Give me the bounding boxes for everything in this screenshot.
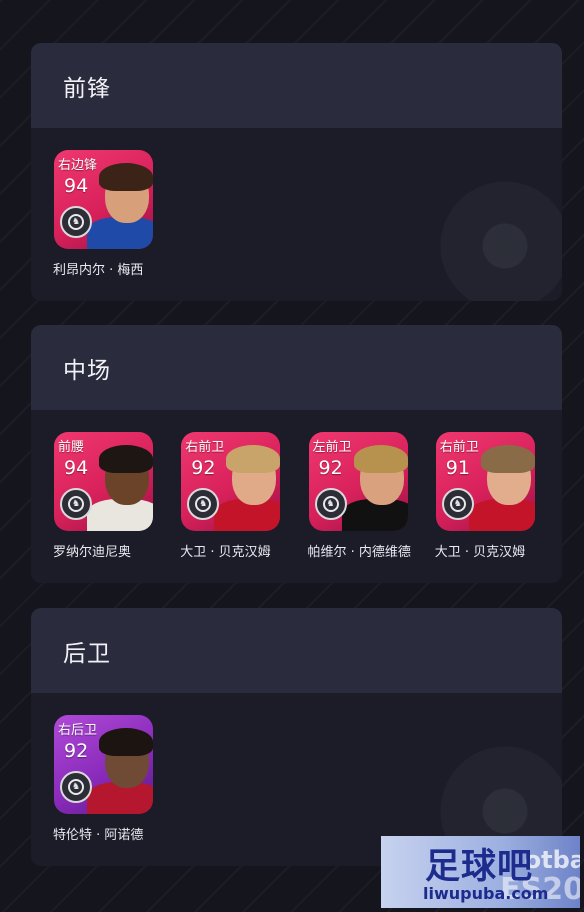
player-tile[interactable]: 左前卫 92 ♞ [308,432,408,531]
player-portrait [341,443,408,531]
player-hair [226,445,281,473]
player-name: 帕维尔 · 内德维德 [307,545,411,560]
player-rating: 92 [64,740,89,762]
player-tile[interactable]: 右边锋 94 ♞ [54,150,153,249]
player-list: 前腰 94 ♞ 罗纳尔迪尼奥 右前卫 92 ♞ 大卫 · 贝克汉姆 左前卫 92… [31,410,562,560]
section-midfield: 中场 前腰 94 ♞ 罗纳尔迪尼奥 右前卫 92 ♞ 大卫 · 贝克汉姆 左前卫… [31,325,562,583]
player-name: 特伦特 · 阿诺德 [53,828,144,843]
club-crest-icon: ♞ [60,488,92,520]
player-position: 右前卫 [439,440,479,455]
player-portrait [87,443,153,531]
section-title: 中场 [63,357,111,384]
player-rating: 91 [445,457,470,479]
player-card[interactable]: 右前卫 92 ♞ 大卫 · 贝克汉姆 [180,432,307,560]
section-header: 中场 [31,325,562,410]
player-tile[interactable]: 右后卫 92 ♞ [54,715,153,814]
player-card[interactable]: 左前卫 92 ♞ 帕维尔 · 内德维德 [308,432,435,560]
player-tile[interactable]: 右前卫 91 ♞ [435,432,535,531]
player-hair [480,445,535,473]
player-hair [99,163,153,191]
player-portrait [87,726,153,814]
site-watermark: otba ES20 足球吧 liwupuba.com [381,836,580,908]
player-tile[interactable]: 右前卫 92 ♞ [181,432,281,531]
player-position: 右边锋 [58,158,98,173]
player-position: 右后卫 [58,723,98,738]
squad-screen: 前锋 右边锋 94 ♞ 利昂内尔 · 梅西 中场 前腰 94 ♞ 罗纳尔迪尼奥 … [4,4,580,908]
player-name: 大卫 · 贝克汉姆 [434,545,526,560]
player-name: 利昂内尔 · 梅西 [53,263,144,278]
section-defenders: 后卫 右后卫 92 ♞ 特伦特 · 阿诺德 [31,608,562,866]
player-card[interactable]: 右后卫 92 ♞ 特伦特 · 阿诺德 [53,715,182,843]
club-crest-icon: ♞ [60,771,92,803]
section-header: 前锋 [31,43,562,128]
player-hair [99,728,153,756]
player-rating: 94 [64,175,89,197]
section-forwards: 前锋 右边锋 94 ♞ 利昂内尔 · 梅西 [31,43,562,301]
player-tile[interactable]: 前腰 94 ♞ [54,432,153,531]
player-name: 罗纳尔迪尼奥 [53,545,132,560]
player-portrait [468,443,535,531]
player-portrait [214,443,281,531]
player-portrait [87,161,153,249]
watermark-title: 足球吧 [425,847,534,887]
player-card[interactable]: 右边锋 94 ♞ 利昂内尔 · 梅西 [53,150,182,278]
player-position: 左前卫 [312,440,352,455]
player-rating: 92 [191,457,216,479]
watermark-url: liwupuba.com [423,884,549,903]
player-card[interactable]: 前腰 94 ♞ 罗纳尔迪尼奥 [53,432,180,560]
player-position: 右前卫 [185,440,225,455]
player-rating: 92 [318,457,343,479]
section-title: 后卫 [63,640,111,667]
club-crest-icon: ♞ [60,206,92,238]
player-hair [99,445,153,473]
section-title: 前锋 [63,75,111,102]
club-crest-icon: ♞ [441,488,474,520]
player-position: 前腰 [58,440,85,455]
section-header: 后卫 [31,608,562,693]
player-list: 右后卫 92 ♞ 特伦特 · 阿诺德 [31,693,562,843]
player-rating: 94 [64,457,89,479]
player-list: 右边锋 94 ♞ 利昂内尔 · 梅西 [31,128,562,278]
club-crest-icon: ♞ [314,488,347,520]
player-hair [353,445,408,473]
player-card[interactable]: 右前卫 91 ♞ 大卫 · 贝克汉姆 [435,432,562,560]
club-crest-icon: ♞ [187,488,220,520]
player-name: 大卫 · 贝克汉姆 [180,545,271,560]
